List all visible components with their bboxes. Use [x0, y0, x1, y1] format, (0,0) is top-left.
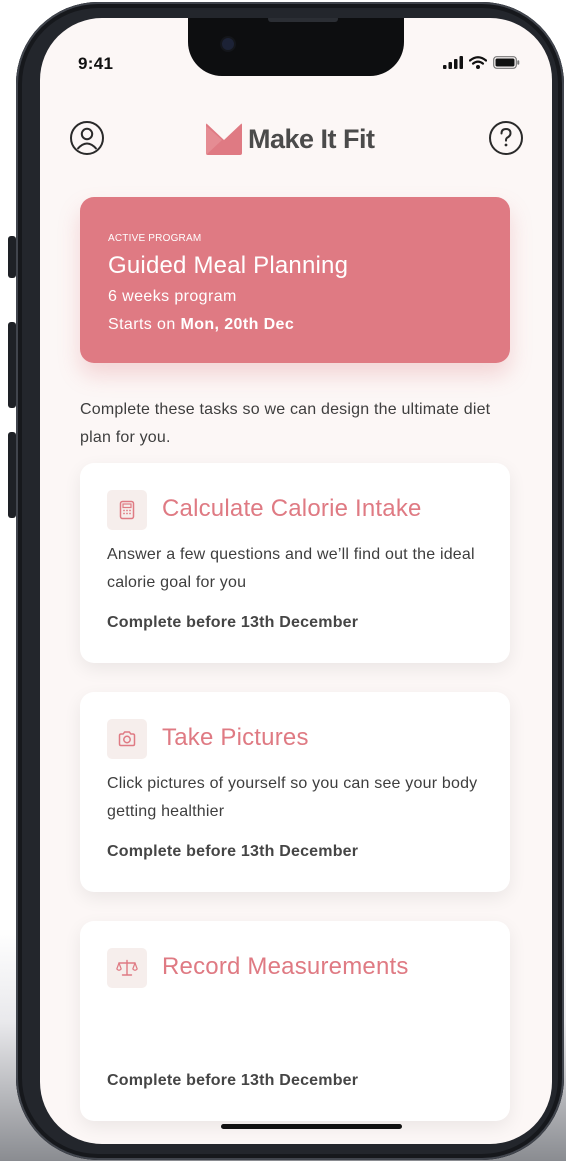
status-time: 9:41 — [78, 54, 114, 73]
program-title: Guided Meal Planning — [108, 252, 349, 279]
task-deadline: Complete before 13th December — [107, 614, 359, 631]
task-card-record-measurements[interactable]: Record Measurements Complete before 13th… — [80, 921, 510, 1121]
user-profile-icon[interactable] — [69, 120, 105, 156]
earpiece-speaker — [268, 18, 338, 22]
front-camera — [222, 38, 234, 50]
calculator-icon — [119, 500, 135, 520]
task-icon-tile — [107, 490, 147, 530]
battery-icon — [493, 56, 520, 69]
scale-balance-icon — [116, 959, 138, 976]
task-card-calorie-intake[interactable]: Calculate Calorie Intake Answer a few qu… — [80, 463, 510, 663]
task-description: Answer a few questions and we’ll find ou… — [107, 546, 475, 591]
active-program-card[interactable]: ACTIVE PROGRAM Guided Meal Planning 6 we… — [80, 197, 510, 363]
volume-up-button — [8, 322, 16, 408]
volume-down-button — [8, 432, 16, 518]
task-card-take-pictures[interactable]: Take Pictures Click pictures of yourself… — [80, 692, 510, 892]
program-start-date: Starts on Mon, 20th Dec — [108, 316, 294, 334]
make-it-fit-logo-icon — [206, 123, 242, 155]
phone-frame: 9:41 Make It Fit ACTIVE PROGRAM Guided M… — [16, 2, 564, 1160]
phone-screen: 9:41 Make It Fit ACTIVE PROGRAM Guided M… — [40, 18, 552, 1144]
program-start-prefix: Starts on — [108, 316, 181, 333]
program-duration: 6 weeks program — [108, 288, 237, 305]
camera-icon — [118, 731, 136, 747]
task-title: Calculate Calorie Intake — [162, 495, 422, 522]
program-start-value: Mon, 20th Dec — [180, 316, 295, 333]
home-indicator[interactable] — [221, 1124, 402, 1129]
brand: Make It Fit — [206, 121, 375, 157]
task-icon-tile — [107, 719, 147, 759]
cellular-signal-icon — [443, 56, 463, 69]
wifi-icon — [469, 56, 487, 69]
help-question-icon[interactable] — [488, 120, 524, 156]
task-deadline: Complete before 13th December — [107, 1072, 359, 1089]
status-icons — [443, 56, 520, 69]
task-description: Click pictures of yourself so you can se… — [107, 775, 478, 820]
app-name: Make It Fit — [248, 123, 375, 154]
device-scene: 9:41 Make It Fit ACTIVE PROGRAM Guided M… — [0, 0, 566, 1161]
task-title: Take Pictures — [162, 724, 309, 751]
notch — [188, 18, 404, 76]
intro-text: Complete these tasks so we can design th… — [80, 401, 491, 446]
mute-switch — [8, 236, 16, 278]
task-title: Record Measurements — [162, 953, 409, 980]
task-deadline: Complete before 13th December — [107, 843, 359, 860]
program-kicker: ACTIVE PROGRAM — [108, 233, 202, 244]
task-icon-tile — [107, 948, 147, 988]
